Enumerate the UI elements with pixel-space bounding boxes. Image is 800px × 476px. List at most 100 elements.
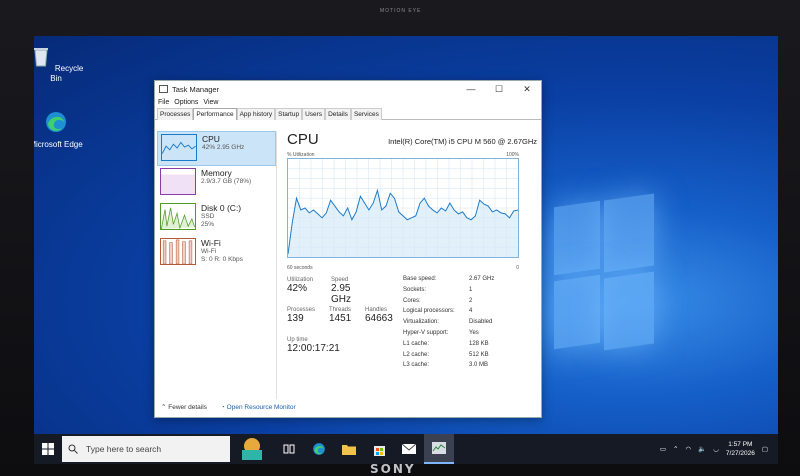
sidebar-item-disk[interactable]: Disk 0 (C:) SSD 25% [157, 201, 276, 236]
tab-services[interactable]: Services [350, 108, 382, 120]
desktop-icon-edge[interactable]: Microsoft Edge [34, 110, 84, 150]
spec-row: Sockets: 1 [403, 287, 494, 298]
spec-value: 2 [469, 297, 473, 304]
spec-key: Sockets: [403, 286, 427, 293]
edge-label: Microsoft Edge [34, 140, 83, 149]
speaker-icon[interactable]: 🔈 [698, 445, 706, 453]
spec-row: Logical processors: 4 [403, 308, 494, 319]
maximize-button[interactable]: ☐ [485, 84, 513, 95]
tray-chevron-icon[interactable]: ⌃ [673, 445, 678, 453]
menu-options[interactable]: Options [174, 99, 198, 106]
tab-users[interactable]: Users [302, 108, 326, 120]
spec-row: L3 cache: 3.0 MB [403, 362, 494, 373]
minimize-button[interactable]: — [457, 84, 485, 95]
sidebar-wifi-line1: Wi-Fi [201, 248, 217, 255]
sidebar-item-cpu[interactable]: CPU 42% 2.95 GHz [157, 131, 276, 166]
system-tray: ▭ ⌃ ◠ 🔈 ◡ 1:57 PM 7/27/2026 ▢ [660, 440, 778, 458]
cpu-model: Intel(R) Core(TM) i5 CPU M 560 @ 2.67GHz [388, 137, 537, 146]
stat-processes: Processes 139 [287, 307, 315, 324]
tab-app-history[interactable]: App history [236, 108, 276, 120]
spec-value: 2.67 GHz [469, 276, 495, 282]
stat-threads: Threads 1451 [329, 307, 351, 324]
sidebar-item-memory[interactable]: Memory 2.9/3.7 GB (78%) [157, 166, 276, 201]
news-widget-button[interactable] [230, 434, 274, 464]
sidebar-disk-line1: SSD [201, 213, 215, 220]
tab-startup[interactable]: Startup [275, 108, 303, 120]
sidebar-disk-line2: 25% [201, 221, 215, 228]
cpu-utilization-graph [287, 158, 519, 258]
search-placeholder: Type here to search [86, 444, 162, 454]
cpu-thumb-graph [161, 134, 197, 161]
stat-speed: Speed 2.95 GHz [331, 277, 351, 305]
resource-monitor-icon: ◔ [220, 403, 225, 411]
spec-row: L1 cache: 128 KB [403, 341, 494, 352]
recycle-bin-label: Recycle Bin [50, 64, 84, 83]
graph-zero-label: 0 [516, 265, 519, 271]
tab-performance[interactable]: Performance [193, 108, 237, 120]
title-bar[interactable]: Task Manager — ☐ ✕ [155, 81, 541, 97]
sidebar-memory-line1: 2.9/3.7 GB (78%) [201, 178, 252, 185]
taskbar-search-box[interactable]: Type here to search [62, 436, 230, 462]
menu-bar: File Options View [155, 97, 541, 108]
spec-value: 128 KB [469, 340, 489, 347]
handles-value: 64663 [365, 313, 393, 324]
folder-icon [342, 445, 356, 455]
store-icon [373, 445, 385, 456]
task-manager-window: Task Manager — ☐ ✕ File Options View Pro… [154, 80, 542, 418]
windows-start-icon [42, 443, 54, 455]
open-resource-monitor-link[interactable]: ◔ Open Resource Monitor [221, 404, 296, 411]
mail-button[interactable] [394, 434, 424, 464]
recycle-bin-icon [34, 48, 48, 67]
stat-uptime: Up time 12:00:17:21 [287, 337, 340, 354]
spec-key: Virtualization: [403, 319, 439, 326]
sidebar-disk-name: Disk 0 (C:) [201, 203, 242, 213]
spec-row: Hyper-V support: Yes [403, 330, 494, 341]
disk-thumb-graph [160, 203, 196, 230]
menu-view[interactable]: View [203, 99, 218, 106]
taskbar-clock[interactable]: 1:57 PM 7/27/2026 [726, 440, 755, 458]
spec-value: 1 [469, 286, 473, 293]
spec-key: Logical processors: [403, 308, 455, 315]
taskbar-edge-button[interactable] [304, 434, 334, 464]
camera-label: MOTION EYE [380, 8, 422, 14]
file-explorer-button[interactable] [334, 434, 364, 464]
sidebar-wifi-line2: S: 0 R: 0 Kbps [201, 256, 243, 263]
store-button[interactable] [364, 434, 394, 464]
utilization-value: 42% [287, 283, 308, 294]
fewer-details-link[interactable]: ⌃ Fewer details [161, 403, 207, 411]
mail-icon [402, 444, 416, 454]
tab-processes[interactable]: Processes [157, 108, 194, 120]
monitor-brand: SONY [370, 462, 416, 476]
spec-value: Disabled [469, 319, 493, 326]
start-button[interactable] [34, 434, 62, 464]
task-manager-taskbar-button[interactable] [424, 434, 454, 464]
cpu-detail-panel: CPU Intel(R) Core(TM) i5 CPU M 560 @ 2.6… [287, 131, 537, 368]
people-icon[interactable]: ▭ [660, 445, 666, 453]
task-manager-icon [432, 442, 446, 454]
task-view-button[interactable] [274, 434, 304, 464]
stat-utilization: Utilization 42% [287, 277, 313, 294]
task-manager-icon [159, 85, 168, 93]
spec-key: L1 cache: [403, 340, 430, 347]
sidebar-item-wifi[interactable]: Wi-Fi Wi-Fi S: 0 R: 0 Kbps [157, 236, 276, 271]
windows-wallpaper-logo [554, 193, 654, 354]
spec-key: Hyper-V support: [403, 329, 449, 336]
spec-key: Base speed: [403, 276, 437, 282]
desktop: Recycle Bin Microsoft Edge Task Manager … [34, 36, 778, 464]
sidebar-memory-name: Memory [201, 168, 232, 178]
spec-value: 512 KB [469, 351, 489, 358]
network-icon[interactable]: ◠ [685, 445, 691, 453]
menu-file[interactable]: File [158, 99, 169, 106]
time-window-label: 60 seconds [287, 265, 313, 271]
monitor-bezel: MOTION EYE SONY Recycle Bin Microsoft Ed… [0, 0, 800, 476]
tab-details[interactable]: Details [325, 108, 351, 120]
notifications-icon[interactable]: ▢ [762, 445, 768, 453]
close-button[interactable]: ✕ [513, 84, 541, 95]
wifi-icon[interactable]: ◡ [713, 445, 719, 453]
spec-row: L2 cache: 512 KB [403, 352, 494, 363]
spec-row: Virtualization: Disabled [403, 319, 494, 330]
edge-icon [46, 112, 66, 132]
resource-monitor-label: Open Resource Monitor [226, 403, 296, 411]
desktop-icon-recycle-bin[interactable]: Recycle Bin [34, 44, 84, 84]
memory-thumb-graph [160, 168, 196, 195]
